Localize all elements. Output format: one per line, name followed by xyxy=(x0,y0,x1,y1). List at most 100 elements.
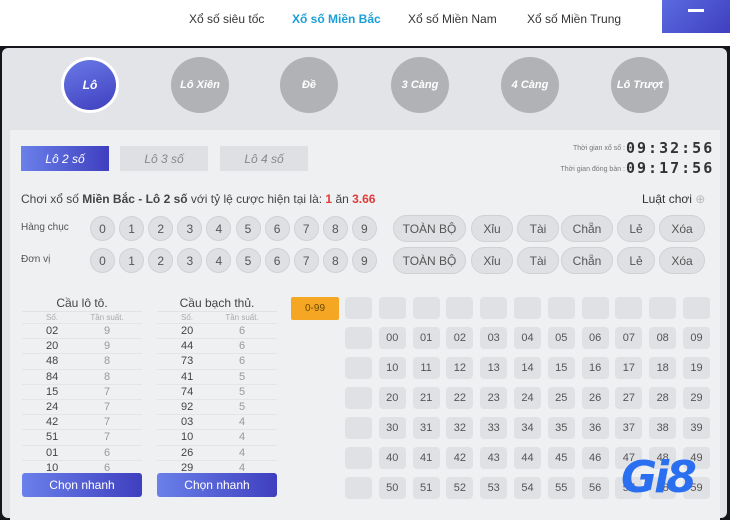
row-select-cell[interactable] xyxy=(345,387,372,409)
number-cell[interactable]: 45 xyxy=(547,447,575,469)
number-cell[interactable]: 04 xyxy=(514,327,541,349)
number-cell[interactable]: 39 xyxy=(683,417,710,439)
quick-select-button[interactable]: TOÀN BỘ xyxy=(393,215,466,242)
row-select-cell[interactable] xyxy=(615,297,643,319)
number-cell[interactable]: 38 xyxy=(649,417,677,439)
number-cell[interactable]: 10 xyxy=(378,357,406,379)
digit-button[interactable]: 1 xyxy=(119,216,145,241)
digit-button[interactable]: 8 xyxy=(322,216,348,241)
quick-select-button[interactable]: Xỉu xyxy=(471,215,513,242)
number-cell[interactable]: 12 xyxy=(446,357,474,379)
number-cell[interactable]: 00 xyxy=(378,327,406,349)
number-cell[interactable]: 29 xyxy=(683,387,710,409)
number-cell[interactable]: 17 xyxy=(615,357,643,379)
row-select-cell[interactable] xyxy=(345,297,372,319)
digit-button[interactable]: 6 xyxy=(264,248,290,273)
number-cell[interactable]: 07 xyxy=(615,327,643,349)
range-button[interactable]: 0-99 xyxy=(291,297,339,320)
number-cell[interactable]: 02 xyxy=(446,327,474,349)
game-type-3[interactable]: 3 Càng xyxy=(391,57,449,113)
rules-link[interactable]: Luật chơi ⊕ xyxy=(642,192,705,206)
number-cell[interactable]: 31 xyxy=(412,417,440,439)
number-cell[interactable]: 08 xyxy=(649,327,677,349)
quick-select-button[interactable]: Xóa xyxy=(659,247,705,274)
number-cell[interactable]: 18 xyxy=(649,357,677,379)
row-select-cell[interactable] xyxy=(683,297,710,319)
number-cell[interactable]: 53 xyxy=(480,477,508,499)
game-type-0[interactable]: Lô xyxy=(61,57,119,113)
quick-select-button[interactable]: Lẻ xyxy=(617,215,655,242)
row-select-cell[interactable] xyxy=(649,297,677,319)
number-cell[interactable]: 42 xyxy=(446,447,474,469)
row-select-cell[interactable] xyxy=(446,297,474,319)
number-cell[interactable]: 35 xyxy=(547,417,575,439)
quick-select-button[interactable]: Tài xyxy=(517,247,559,274)
row-select-cell[interactable] xyxy=(345,327,372,349)
number-cell[interactable]: 11 xyxy=(412,357,440,379)
nav-xo-so-mien-nam[interactable]: Xổ số Miền Nam xyxy=(408,12,497,26)
quick-pick-button[interactable]: Chọn nhanh xyxy=(157,473,277,497)
number-cell[interactable]: 27 xyxy=(615,387,643,409)
number-cell[interactable]: 56 xyxy=(581,477,609,499)
number-cell[interactable]: 55 xyxy=(547,477,575,499)
number-cell[interactable]: 33 xyxy=(480,417,508,439)
nav-xo-so-mien-bac[interactable]: Xổ số Miền Bắc xyxy=(292,12,381,26)
number-cell[interactable]: 16 xyxy=(581,357,609,379)
quick-select-button[interactable]: Xỉu xyxy=(471,247,513,274)
number-cell[interactable]: 13 xyxy=(480,357,508,379)
number-cell[interactable]: 40 xyxy=(378,447,406,469)
number-cell[interactable]: 01 xyxy=(412,327,440,349)
number-cell[interactable]: 30 xyxy=(378,417,406,439)
number-cell[interactable]: 25 xyxy=(547,387,575,409)
game-type-2[interactable]: Đề xyxy=(280,57,338,113)
number-cell[interactable]: 44 xyxy=(514,447,541,469)
row-select-cell[interactable] xyxy=(514,297,541,319)
digit-button[interactable]: 9 xyxy=(351,216,377,241)
number-cell[interactable]: 05 xyxy=(547,327,575,349)
row-select-cell[interactable] xyxy=(581,297,609,319)
row-select-cell[interactable] xyxy=(412,297,440,319)
menu-button[interactable] xyxy=(662,0,730,33)
number-cell[interactable]: 14 xyxy=(514,357,541,379)
number-cell[interactable]: 09 xyxy=(683,327,710,349)
digit-button[interactable]: 6 xyxy=(264,216,290,241)
number-cell[interactable]: 52 xyxy=(446,477,474,499)
digit-button[interactable]: 1 xyxy=(119,248,145,273)
number-cell[interactable]: 28 xyxy=(649,387,677,409)
tab-lo-4-so[interactable]: Lô 4 số xyxy=(220,146,308,171)
quick-select-button[interactable]: Chẵn xyxy=(561,247,613,274)
tab-lo-3-so[interactable]: Lô 3 số xyxy=(120,146,208,171)
number-cell[interactable]: 34 xyxy=(514,417,541,439)
game-type-1[interactable]: Lô Xiên xyxy=(171,57,229,113)
digit-button[interactable]: 5 xyxy=(235,248,261,273)
row-select-cell[interactable] xyxy=(345,357,372,379)
quick-pick-button[interactable]: Chọn nhanh xyxy=(22,473,142,497)
row-select-cell[interactable] xyxy=(345,417,372,439)
number-cell[interactable]: 26 xyxy=(581,387,609,409)
digit-button[interactable]: 7 xyxy=(293,248,319,273)
number-cell[interactable]: 50 xyxy=(378,477,406,499)
nav-xo-so-sieu-toc[interactable]: Xổ số siêu tốc xyxy=(189,12,264,26)
row-select-cell[interactable] xyxy=(547,297,575,319)
number-cell[interactable]: 36 xyxy=(581,417,609,439)
number-cell[interactable]: 19 xyxy=(683,357,710,379)
digit-button[interactable]: 5 xyxy=(235,216,261,241)
number-cell[interactable]: 03 xyxy=(480,327,508,349)
nav-xo-so-mien-trung[interactable]: Xổ số Miền Trung xyxy=(527,12,621,26)
quick-select-button[interactable]: Chẵn xyxy=(561,215,613,242)
number-cell[interactable]: 20 xyxy=(378,387,406,409)
number-cell[interactable]: 51 xyxy=(412,477,440,499)
game-type-4[interactable]: 4 Càng xyxy=(501,57,559,113)
digit-button[interactable]: 0 xyxy=(90,216,115,241)
digit-button[interactable]: 0 xyxy=(90,248,115,273)
tab-lo-2-so[interactable]: Lô 2 số xyxy=(21,146,109,171)
number-cell[interactable]: 15 xyxy=(547,357,575,379)
row-select-cell[interactable] xyxy=(345,447,372,469)
number-cell[interactable]: 23 xyxy=(480,387,508,409)
number-cell[interactable]: 43 xyxy=(480,447,508,469)
number-cell[interactable]: 37 xyxy=(615,417,643,439)
number-cell[interactable]: 32 xyxy=(446,417,474,439)
number-cell[interactable]: 06 xyxy=(581,327,609,349)
quick-select-button[interactable]: TOÀN BỘ xyxy=(393,247,466,274)
quick-select-button[interactable]: Lẻ xyxy=(617,247,655,274)
